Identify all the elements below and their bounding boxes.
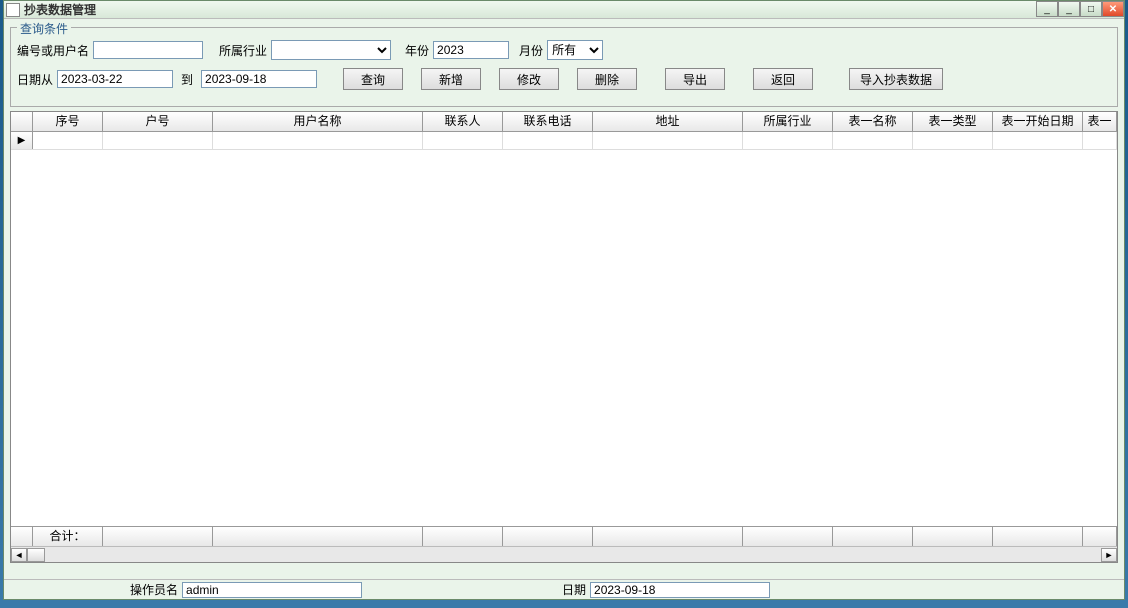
col-contact[interactable]: 联系人 [423, 112, 503, 131]
window-minimize-button[interactable]: _ [1058, 1, 1080, 17]
col-meter1type[interactable]: 表一类型 [913, 112, 993, 131]
status-date-label: 日期 [562, 581, 586, 598]
query-button[interactable]: 查询 [343, 68, 403, 90]
operator-label: 操作员名 [130, 581, 178, 598]
grid-footer: 合计： [11, 526, 1117, 546]
year-label: 年份 [405, 42, 429, 59]
window-minimize-aux-button[interactable]: _ [1036, 1, 1058, 17]
year-input[interactable] [433, 41, 509, 59]
col-seq[interactable]: 序号 [33, 112, 103, 131]
grid-header: 序号 户号 用户名称 联系人 联系电话 地址 所属行业 表一名称 表一类型 表一… [11, 112, 1117, 132]
col-address[interactable]: 地址 [593, 112, 743, 131]
scroll-right-icon[interactable]: ► [1101, 548, 1117, 562]
month-select[interactable]: 所有 [547, 40, 603, 60]
col-username[interactable]: 用户名称 [213, 112, 423, 131]
status-date-value: 2023-09-18 [590, 582, 770, 598]
import-button[interactable]: 导入抄表数据 [849, 68, 943, 90]
date-from-label: 日期从 [17, 71, 53, 88]
industry-label: 所属行业 [219, 42, 267, 59]
group-title: 查询条件 [17, 20, 71, 37]
app-icon [6, 3, 20, 17]
grid-corner [11, 112, 33, 131]
industry-select[interactable] [271, 40, 391, 60]
scroll-thumb[interactable] [27, 548, 45, 562]
query-conditions-group: 查询条件 编号或用户名 所属行业 年份 月份 所有 日期从 [10, 27, 1118, 107]
delete-button[interactable]: 删除 [577, 68, 637, 90]
col-industry[interactable]: 所属行业 [743, 112, 833, 131]
col-account[interactable]: 户号 [103, 112, 213, 131]
date-to-label: 到 [181, 71, 193, 88]
titlebar: 抄表数据管理 _ _ □ ✕ [4, 1, 1124, 19]
window-close-button[interactable]: ✕ [1102, 1, 1124, 17]
export-button[interactable]: 导出 [665, 68, 725, 90]
grid-body[interactable]: ▶ [11, 132, 1117, 543]
row-indicator-icon: ▶ [11, 132, 33, 149]
add-button[interactable]: 新增 [421, 68, 481, 90]
col-phone[interactable]: 联系电话 [503, 112, 593, 131]
edit-button[interactable]: 修改 [499, 68, 559, 90]
footer-total-label: 合计： [33, 527, 103, 546]
statusbar: 操作员名 admin 日期 2023-09-18 [4, 579, 1124, 599]
data-grid: 序号 户号 用户名称 联系人 联系电话 地址 所属行业 表一名称 表一类型 表一… [10, 111, 1118, 563]
month-label: 月份 [519, 42, 543, 59]
col-meter1extra[interactable]: 表一 [1083, 112, 1117, 131]
col-meter1name[interactable]: 表一名称 [833, 112, 913, 131]
id-or-name-input[interactable] [93, 41, 203, 59]
date-to-input[interactable] [201, 70, 317, 88]
date-from-input[interactable] [57, 70, 173, 88]
id-or-name-label: 编号或用户名 [17, 42, 89, 59]
horizontal-scrollbar[interactable]: ◄ ► [11, 546, 1117, 562]
col-meter1start[interactable]: 表一开始日期 [993, 112, 1083, 131]
operator-value: admin [182, 582, 362, 598]
table-row[interactable]: ▶ [11, 132, 1117, 150]
window-maximize-button[interactable]: □ [1080, 1, 1102, 17]
scroll-left-icon[interactable]: ◄ [11, 548, 27, 562]
window-title: 抄表数据管理 [24, 1, 96, 18]
return-button[interactable]: 返回 [753, 68, 813, 90]
